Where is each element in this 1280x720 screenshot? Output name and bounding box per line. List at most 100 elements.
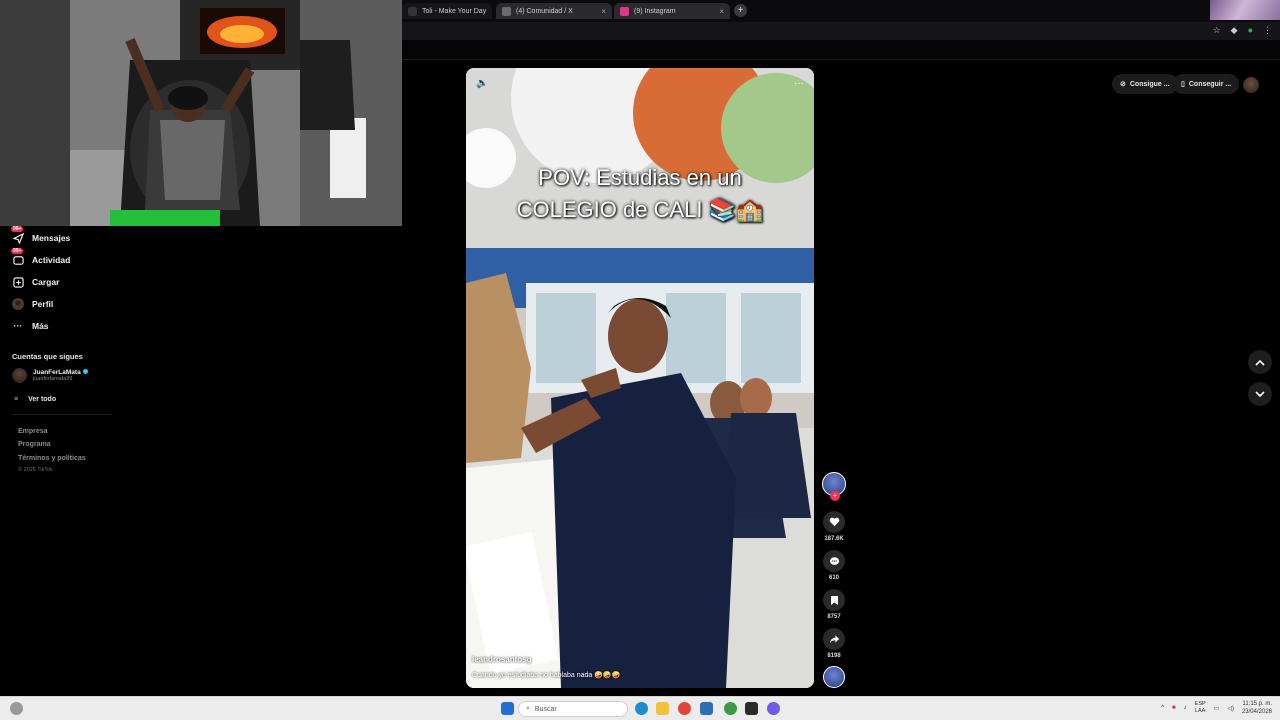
language-line1: ESP bbox=[1194, 701, 1206, 707]
comment-action[interactable]: 610 bbox=[821, 550, 847, 581]
chevron-up-icon[interactable]: ^ bbox=[1161, 705, 1164, 711]
tab-label: (4) Comunidad / X bbox=[516, 7, 573, 15]
microphone-icon[interactable]: ♪ bbox=[1184, 705, 1187, 711]
account-name-row: JuanFerLaMata bbox=[33, 369, 88, 376]
streamer-webcam bbox=[0, 0, 402, 226]
sidebar-item-profile[interactable]: Perfil bbox=[12, 298, 53, 310]
like-action[interactable]: 187.6K bbox=[821, 511, 847, 542]
account-handle: juanferlamata99 bbox=[33, 376, 73, 382]
close-tab-icon[interactable]: × bbox=[491, 7, 492, 16]
sidebar-item-messages[interactable]: 99+ Mensajes bbox=[11, 226, 70, 244]
profile-avatar[interactable] bbox=[1243, 77, 1259, 93]
see-all-button[interactable]: ≡ Ver todo bbox=[14, 396, 56, 403]
sidebar-item-label: Más bbox=[32, 321, 49, 331]
video-player[interactable]: 🔈 ··· POV: Estudias en un COLEGIO de CAL… bbox=[466, 68, 814, 688]
footer-link-company[interactable]: Empresa bbox=[18, 428, 48, 435]
messages-badge: 99+ bbox=[11, 226, 24, 232]
account-name: JuanFerLaMata bbox=[33, 369, 81, 376]
taskbar-search[interactable]: ⌕ Buscar bbox=[518, 701, 628, 717]
widgets-icon[interactable] bbox=[10, 702, 23, 715]
language-indicator[interactable]: ESP LAA bbox=[1195, 701, 1206, 715]
windows-start-icon[interactable] bbox=[501, 702, 514, 715]
app-tray-icon[interactable]: ■ bbox=[1172, 705, 1176, 711]
chevron-up-icon bbox=[1255, 359, 1265, 366]
save-action[interactable]: 8757 bbox=[821, 589, 847, 620]
toli-favicon-icon bbox=[408, 6, 417, 16]
address-bar-row[interactable]: ☆ ◆ ● ⋮ bbox=[402, 22, 1280, 40]
avatar-icon bbox=[12, 298, 24, 310]
store-icon[interactable] bbox=[700, 702, 713, 715]
mute-icon[interactable]: 🔈 bbox=[476, 78, 488, 89]
get-coins-button[interactable]: ⊘ Consigue ... bbox=[1112, 74, 1178, 94]
list-icon: ≡ bbox=[14, 396, 19, 403]
webcam-scene bbox=[0, 0, 402, 226]
footer-link-terms[interactable]: Términos y políticas bbox=[18, 455, 86, 462]
following-account[interactable]: JuanFerLaMata juanferlamata99 bbox=[12, 368, 88, 383]
volume-icon[interactable]: ◁) bbox=[1227, 705, 1234, 712]
more-options-icon[interactable]: ··· bbox=[794, 78, 804, 89]
share-count: 8198 bbox=[827, 653, 841, 659]
video-caption-line1: POV: Estudias en un bbox=[538, 165, 742, 190]
clock[interactable]: 11:15 p. m. 23/04/2026 bbox=[1242, 700, 1272, 716]
heart-icon[interactable] bbox=[823, 511, 845, 533]
tiktok-sidebar: 99+ Mensajes 99+ Actividad Cargar Perfil… bbox=[0, 226, 402, 696]
next-video-button[interactable] bbox=[1248, 382, 1272, 406]
new-tab-button[interactable]: + bbox=[734, 4, 747, 17]
chrome-profile-icon[interactable] bbox=[724, 702, 737, 715]
close-tab-icon[interactable]: × bbox=[601, 7, 606, 16]
comment-icon[interactable] bbox=[823, 550, 845, 572]
footer-link-program[interactable]: Programa bbox=[18, 441, 51, 448]
tab-toli[interactable]: Toli - Make Your Day × bbox=[402, 3, 492, 19]
close-tab-icon[interactable]: × bbox=[719, 7, 724, 16]
chrome-icon[interactable] bbox=[678, 702, 691, 715]
comment-count: 610 bbox=[828, 575, 839, 581]
plus-square-icon bbox=[12, 276, 24, 288]
star-icon[interactable]: ☆ bbox=[1213, 25, 1221, 36]
phone-icon: ▯ bbox=[1181, 81, 1185, 88]
tab-label: Toli - Make Your Day bbox=[422, 7, 487, 15]
copyright: © 2026 TikTok bbox=[18, 467, 53, 473]
search-icon: ⌕ bbox=[526, 705, 530, 712]
sidebar-item-label: Actividad bbox=[32, 255, 71, 265]
sidebar-item-upload[interactable]: Cargar bbox=[12, 276, 59, 288]
see-all-label: Ver todo bbox=[28, 396, 57, 403]
network-icon[interactable]: ▭ bbox=[1214, 705, 1220, 712]
share-icon[interactable] bbox=[823, 628, 845, 650]
video-author[interactable]: leandrosantosg bbox=[472, 655, 532, 664]
following-section-title: Cuentas que sigues bbox=[12, 352, 83, 361]
get-app-label: Conseguir ... bbox=[1188, 80, 1232, 88]
video-description: Cuando yo estudiaba no hablaba nada 🤪🤪🤪 bbox=[472, 672, 621, 679]
get-app-button[interactable]: ▯ Conseguir ... bbox=[1173, 74, 1240, 94]
search-placeholder: Buscar bbox=[534, 705, 557, 713]
obs-icon[interactable] bbox=[745, 702, 758, 715]
discord-icon[interactable] bbox=[767, 702, 780, 715]
divider bbox=[12, 414, 112, 415]
sidebar-item-more[interactable]: ··· Más bbox=[12, 320, 49, 332]
windows-taskbar: ⌕ Buscar ^ ■ ♪ ESP LAA ▭ ◁) 11:15 p. m. … bbox=[0, 696, 1280, 720]
activity-badge: 99+ bbox=[11, 248, 24, 254]
file-explorer-icon[interactable] bbox=[656, 702, 669, 715]
previous-video-button[interactable] bbox=[1248, 350, 1272, 374]
tab-instagram[interactable]: (9) Instagram × bbox=[614, 3, 730, 19]
music-disc-icon[interactable] bbox=[823, 666, 845, 688]
share-action[interactable]: 8198 bbox=[821, 628, 847, 659]
bookmark-icon[interactable] bbox=[823, 589, 845, 611]
clock-time: 11:15 p. m. bbox=[1242, 701, 1272, 707]
creator-avatar-group[interactable]: + bbox=[821, 472, 847, 501]
sidebar-item-activity[interactable]: 99+ Actividad bbox=[11, 248, 71, 266]
clock-date: 23/04/2026 bbox=[1241, 709, 1272, 715]
shield-extension-icon[interactable]: ● bbox=[1248, 25, 1253, 36]
like-count: 187.6K bbox=[824, 536, 844, 542]
bookmarks-bar bbox=[402, 40, 1280, 60]
verified-icon bbox=[82, 369, 88, 374]
edge-icon[interactable] bbox=[635, 702, 648, 715]
instagram-favicon-icon bbox=[620, 6, 629, 16]
follow-plus-icon[interactable]: + bbox=[830, 491, 840, 501]
menu-dots-icon[interactable]: ⋮ bbox=[1263, 25, 1272, 36]
creator-avatar[interactable]: + bbox=[822, 472, 846, 501]
sound-disc[interactable] bbox=[821, 666, 847, 688]
extension-icon[interactable]: ◆ bbox=[1231, 25, 1238, 36]
language-line2: LAA bbox=[1194, 708, 1206, 714]
coin-icon: ⊘ bbox=[1120, 81, 1126, 88]
tab-x-community[interactable]: (4) Comunidad / X × bbox=[496, 3, 612, 19]
